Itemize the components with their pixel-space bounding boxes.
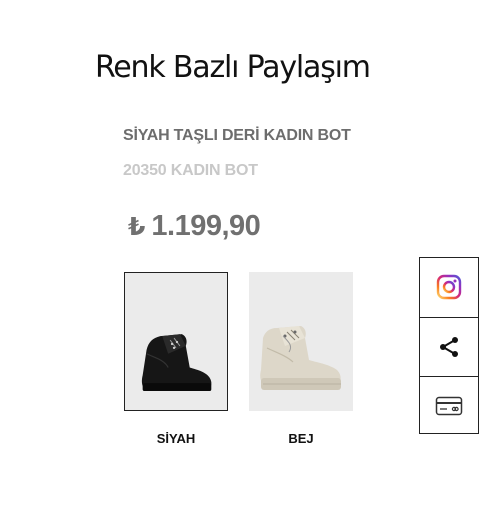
product-price: ₺ 1.199,90 <box>128 210 261 243</box>
color-label-black[interactable]: SİYAH <box>124 431 228 446</box>
price-amount: 1.199,90 <box>151 210 261 242</box>
product-code: 20350 KADIN BOT <box>123 162 258 179</box>
color-label-beige[interactable]: BEJ <box>249 431 353 446</box>
card-icon <box>435 396 463 416</box>
black-boot-image <box>125 273 227 410</box>
color-swatch-black[interactable] <box>124 272 228 411</box>
color-swatch-beige[interactable] <box>249 272 353 411</box>
share-icon <box>440 337 458 357</box>
instagram-icon <box>436 274 462 300</box>
product-name: SİYAH TAŞLI DERİ KADIN BOT <box>123 127 351 144</box>
instagram-share-button[interactable] <box>420 258 478 316</box>
currency-symbol: ₺ <box>128 212 146 241</box>
page-title: Renk Bazlı Paylaşım <box>95 50 371 85</box>
share-button[interactable] <box>420 317 478 376</box>
beige-boot-image <box>249 272 353 411</box>
card-button[interactable] <box>420 376 478 435</box>
share-panel <box>419 257 479 434</box>
